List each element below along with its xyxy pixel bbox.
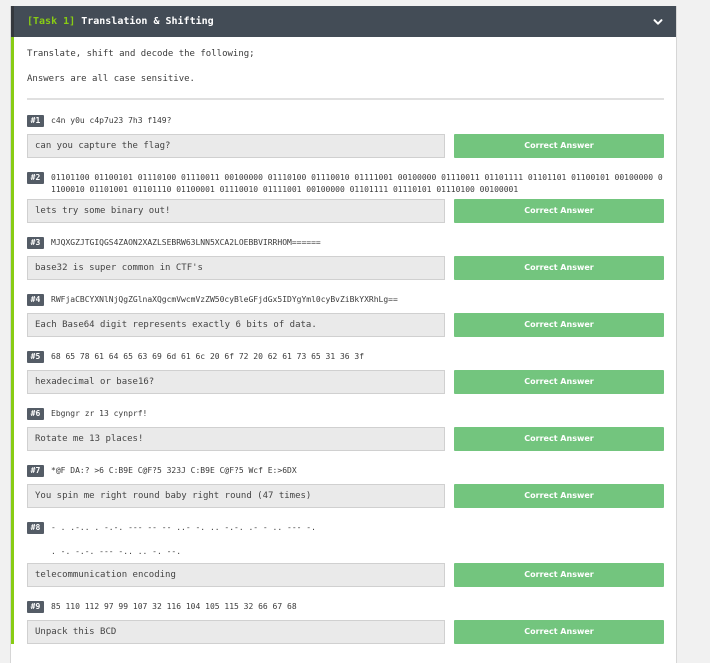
answer-field[interactable]: You spin me right round baby right round… bbox=[27, 484, 445, 508]
task-tag: [Task 1] bbox=[27, 16, 76, 27]
answer-field[interactable]: hexadecimal or base16? bbox=[27, 370, 445, 394]
task-header[interactable]: [Task 1] Translation & Shifting bbox=[11, 6, 676, 37]
answer-field[interactable]: Rotate me 13 places! bbox=[27, 427, 445, 451]
intro-line-1: Translate, shift and decode the followin… bbox=[27, 49, 255, 59]
question-7: #7 *@F DA:? >6 C:B9E C@F?5 323J C:B9E C@… bbox=[27, 465, 664, 508]
correct-answer-button[interactable]: Correct Answer bbox=[454, 620, 664, 644]
answer-field[interactable]: Unpack this BCD bbox=[27, 620, 445, 644]
question-number: #7 bbox=[27, 465, 44, 477]
question-6: #6 Ebgngr zr 13 cynprf! Rotate me 13 pla… bbox=[27, 408, 664, 451]
answer-field[interactable]: lets try some binary out! bbox=[27, 199, 445, 223]
question-number: #5 bbox=[27, 351, 44, 363]
question-text: 85 110 112 97 99 107 32 116 104 105 115 … bbox=[51, 602, 297, 611]
question-number: #3 bbox=[27, 237, 44, 249]
correct-answer-button[interactable]: Correct Answer bbox=[454, 313, 664, 337]
question-number: #4 bbox=[27, 294, 44, 306]
question-text: - . .-.. . -.-. --- -- -- ..- -. .. -.-.… bbox=[51, 523, 316, 556]
correct-answer-button[interactable]: Correct Answer bbox=[454, 427, 664, 451]
answer-field[interactable]: telecommunication encoding bbox=[27, 563, 445, 587]
question-text: MJQXGZJTGIQGS4ZAON2XAZLSEBRW63LNN5XCA2LO… bbox=[51, 238, 321, 247]
question-text: RWFjaCBCYXNlNjQgZGlnaXQgcmVwcmVzZW50cyBl… bbox=[51, 295, 398, 304]
task-body: Translate, shift and decode the followin… bbox=[11, 37, 676, 644]
question-text: c4n y0u c4p7u23 7h3 f149? bbox=[51, 116, 172, 125]
task-intro: Translate, shift and decode the followin… bbox=[27, 37, 664, 86]
question-8: #8 - . .-.. . -.-. --- -- -- ..- -. .. -… bbox=[27, 522, 664, 587]
task-panel: [Task 1] Translation & Shifting Translat… bbox=[10, 6, 677, 663]
intro-line-2: Answers are all case sensitive. bbox=[27, 74, 195, 84]
chevron-down-icon[interactable] bbox=[652, 16, 664, 28]
question-number: #2 bbox=[27, 172, 44, 184]
task-name: Translation & Shifting bbox=[81, 16, 214, 27]
question-number: #6 bbox=[27, 408, 44, 420]
correct-answer-button[interactable]: Correct Answer bbox=[454, 199, 664, 223]
question-text: 01101100 01100101 01110100 01110011 0010… bbox=[51, 173, 663, 194]
question-2: #2 01101100 01100101 01110100 01110011 0… bbox=[27, 172, 664, 223]
divider bbox=[27, 98, 664, 100]
question-number: #9 bbox=[27, 601, 44, 613]
answer-field[interactable]: can you capture the flag? bbox=[27, 134, 445, 158]
question-4: #4 RWFjaCBCYXNlNjQgZGlnaXQgcmVwcmVzZW50c… bbox=[27, 294, 664, 337]
question-5: #5 68 65 78 61 64 65 63 69 6d 61 6c 20 6… bbox=[27, 351, 664, 394]
question-3: #3 MJQXGZJTGIQGS4ZAON2XAZLSEBRW63LNN5XCA… bbox=[27, 237, 664, 280]
page-scrollbar[interactable] bbox=[702, 0, 710, 663]
correct-answer-button[interactable]: Correct Answer bbox=[454, 256, 664, 280]
question-1: #1 c4n y0u c4p7u23 7h3 f149? can you cap… bbox=[27, 115, 664, 158]
question-number: #1 bbox=[27, 115, 44, 127]
correct-answer-button[interactable]: Correct Answer bbox=[454, 563, 664, 587]
correct-answer-button[interactable]: Correct Answer bbox=[454, 484, 664, 508]
question-9: #9 85 110 112 97 99 107 32 116 104 105 1… bbox=[27, 601, 664, 644]
question-number: #8 bbox=[27, 522, 44, 534]
correct-answer-button[interactable]: Correct Answer bbox=[454, 134, 664, 158]
question-text: Ebgngr zr 13 cynprf! bbox=[51, 409, 148, 418]
answer-field[interactable]: Each Base64 digit represents exactly 6 b… bbox=[27, 313, 445, 337]
task-title: [Task 1] Translation & Shifting bbox=[27, 16, 214, 27]
question-text: *@F DA:? >6 C:B9E C@F?5 323J C:B9E C@F?5… bbox=[51, 466, 297, 475]
correct-answer-button[interactable]: Correct Answer bbox=[454, 370, 664, 394]
question-text: 68 65 78 61 64 65 63 69 6d 61 6c 20 6f 7… bbox=[51, 352, 365, 361]
answer-field[interactable]: base32 is super common in CTF's bbox=[27, 256, 445, 280]
